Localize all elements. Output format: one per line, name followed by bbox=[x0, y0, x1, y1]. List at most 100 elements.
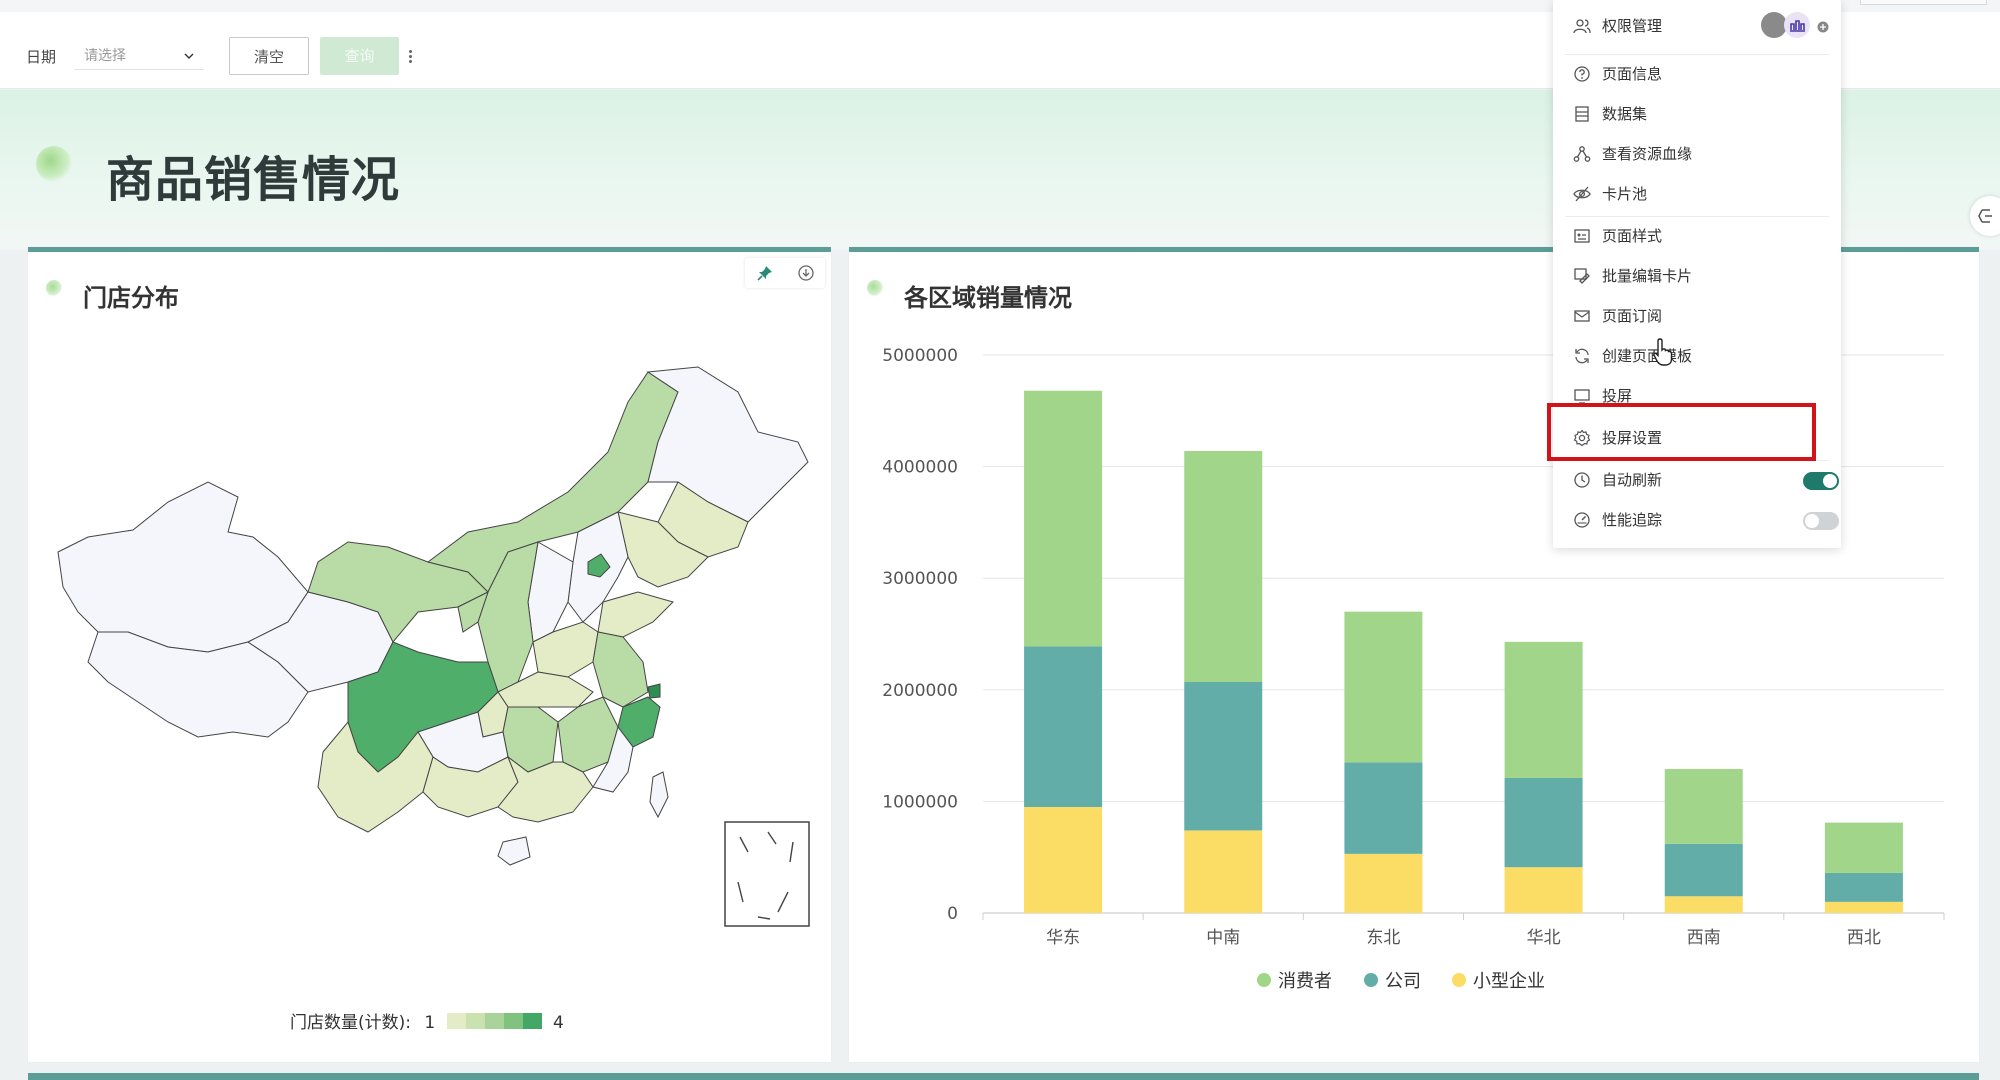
bar-segment bbox=[1184, 681, 1263, 831]
menu-item-page-style[interactable]: 页面样式 bbox=[1573, 219, 1823, 253]
batch-edit-icon bbox=[1574, 268, 1590, 284]
bar-segment bbox=[1344, 611, 1423, 763]
performance-trace-toggle[interactable] bbox=[1803, 512, 1839, 530]
menu-item-card-pool[interactable]: 卡片池 bbox=[1573, 177, 1823, 211]
lineage-icon bbox=[1573, 146, 1591, 162]
menu-item-label: 性能追踪 bbox=[1602, 511, 1663, 529]
menu-item-batch-edit[interactable]: 批量编辑卡片 bbox=[1573, 259, 1823, 293]
south-china-sea-inset bbox=[724, 821, 810, 927]
side-panel-toggle[interactable] bbox=[1970, 196, 2000, 236]
page-title: 商品销售情况 bbox=[106, 152, 401, 208]
style-icon bbox=[1574, 229, 1590, 243]
menu-item-dataset[interactable]: 数据集 bbox=[1573, 97, 1823, 131]
map-legend-gradient bbox=[446, 1012, 542, 1034]
query-button[interactable]: 查询 bbox=[320, 37, 399, 75]
store-distribution-card: 门店分布 门店数量(计数): 1 4 bbox=[28, 247, 831, 1062]
top-right-tab[interactable] bbox=[1860, 0, 1987, 5]
menu-item-label: 页面样式 bbox=[1602, 227, 1663, 245]
map-region[interactable] bbox=[647, 683, 661, 699]
china-map bbox=[57, 366, 810, 927]
download-icon[interactable] bbox=[797, 264, 815, 282]
legend-label: 消费者 bbox=[1278, 971, 1332, 992]
y-tick-label: 2000000 bbox=[882, 681, 958, 701]
auto-refresh-toggle[interactable] bbox=[1803, 472, 1839, 490]
legend-marker bbox=[1452, 973, 1466, 987]
mail-icon bbox=[1574, 310, 1590, 322]
more-icon[interactable] bbox=[409, 50, 413, 64]
y-tick-label: 5000000 bbox=[882, 346, 958, 366]
clear-button[interactable]: 清空 bbox=[229, 37, 309, 75]
menu-item-label: 卡片池 bbox=[1602, 185, 1648, 203]
legend-color-swatch bbox=[522, 1012, 542, 1029]
menu-item-label: 批量编辑卡片 bbox=[1602, 267, 1693, 285]
menu-item-create-template[interactable]: 创建页面模板 bbox=[1573, 339, 1823, 373]
menu-item-label: 自动刷新 bbox=[1602, 471, 1663, 489]
menu-item-label: 页面信息 bbox=[1602, 65, 1663, 83]
map-legend-title: 门店数量(计数): bbox=[290, 1013, 411, 1033]
legend-color-swatch bbox=[484, 1012, 504, 1029]
menu-item-lineage[interactable]: 查看资源血缘 bbox=[1573, 137, 1823, 171]
clock-icon bbox=[1574, 472, 1590, 488]
eye-off-icon bbox=[1573, 186, 1591, 202]
menu-item-label: 查看资源血缘 bbox=[1602, 145, 1693, 163]
menu-divider bbox=[1565, 54, 1829, 55]
legend-label: 公司 bbox=[1385, 971, 1421, 992]
avatar bbox=[1784, 12, 1810, 38]
y-tick-label: 1000000 bbox=[882, 792, 958, 812]
x-tick-label: 西南 bbox=[1687, 928, 1721, 948]
bottom-card-strip bbox=[28, 1073, 1979, 1080]
map-legend-min: 1 bbox=[424, 1013, 436, 1033]
bar-segment bbox=[1024, 390, 1103, 647]
menu-item-auto-refresh[interactable]: 自动刷新 bbox=[1573, 463, 1839, 497]
bar-segment bbox=[1504, 641, 1583, 778]
dataset-icon bbox=[1575, 106, 1589, 122]
date-select[interactable]: 请选择 bbox=[74, 42, 204, 70]
x-tick-label: 西北 bbox=[1847, 928, 1881, 948]
menu-item-label: 页面订阅 bbox=[1602, 307, 1663, 325]
team-avatar-icon bbox=[1790, 20, 1805, 32]
menu-item-page-info[interactable]: 页面信息 bbox=[1573, 57, 1823, 91]
x-tick-label: 华北 bbox=[1527, 928, 1561, 948]
title-decoration-icon bbox=[36, 146, 72, 182]
date-select-placeholder: 请选择 bbox=[84, 48, 126, 64]
card-toolbar bbox=[745, 258, 825, 288]
date-filter-label: 日期 bbox=[26, 48, 57, 66]
bar-segment bbox=[1664, 843, 1743, 897]
map-region[interactable] bbox=[597, 591, 674, 638]
menu-item-label: 数据集 bbox=[1602, 105, 1648, 123]
map-legend-max: 4 bbox=[553, 1013, 564, 1033]
menu-item-performance-trace[interactable]: 性能追踪 bbox=[1573, 503, 1839, 537]
pin-icon[interactable] bbox=[757, 265, 773, 281]
legend-color-swatch bbox=[465, 1012, 485, 1029]
bar-segment bbox=[1184, 450, 1263, 682]
legend-marker bbox=[1257, 973, 1271, 987]
legend-label: 小型企业 bbox=[1473, 971, 1545, 992]
map-region[interactable] bbox=[649, 771, 669, 819]
bar-segment bbox=[1184, 830, 1263, 913]
menu-item-subscribe[interactable]: 页面订阅 bbox=[1573, 299, 1823, 333]
bar-segment bbox=[1344, 853, 1423, 913]
y-tick-label: 4000000 bbox=[882, 458, 958, 478]
menu-item-label: 权限管理 bbox=[1602, 17, 1663, 35]
page-more-menu: 权限管理 页面信息 数据集 查看资源血缘 卡片池 页面样式 批量编辑卡片 页面订… bbox=[1553, 0, 1841, 548]
add-member-icon[interactable] bbox=[1817, 21, 1829, 33]
highlight-annotation-box bbox=[1547, 403, 1816, 461]
y-tick-label: 3000000 bbox=[882, 569, 958, 589]
legend-color-swatch bbox=[503, 1012, 523, 1029]
bar-segment bbox=[1824, 901, 1903, 913]
bar-segment bbox=[1024, 806, 1103, 913]
legend-marker bbox=[1364, 973, 1378, 987]
y-tick-label: 0 bbox=[947, 904, 958, 924]
map-legend: 门店数量(计数): 1 4 bbox=[290, 1008, 564, 1034]
card-title-dot-icon bbox=[46, 280, 62, 296]
bar-segment bbox=[1504, 867, 1583, 913]
bar-segment bbox=[1824, 822, 1903, 873]
bar-segment bbox=[1664, 769, 1743, 844]
map-region[interactable] bbox=[57, 481, 309, 653]
menu-item-permissions[interactable]: 权限管理 bbox=[1573, 9, 1829, 43]
map-region[interactable] bbox=[497, 836, 531, 866]
x-tick-label: 华东 bbox=[1046, 928, 1080, 948]
map-region[interactable] bbox=[592, 631, 649, 708]
bar-segment bbox=[1664, 896, 1743, 913]
users-icon bbox=[1573, 19, 1591, 34]
